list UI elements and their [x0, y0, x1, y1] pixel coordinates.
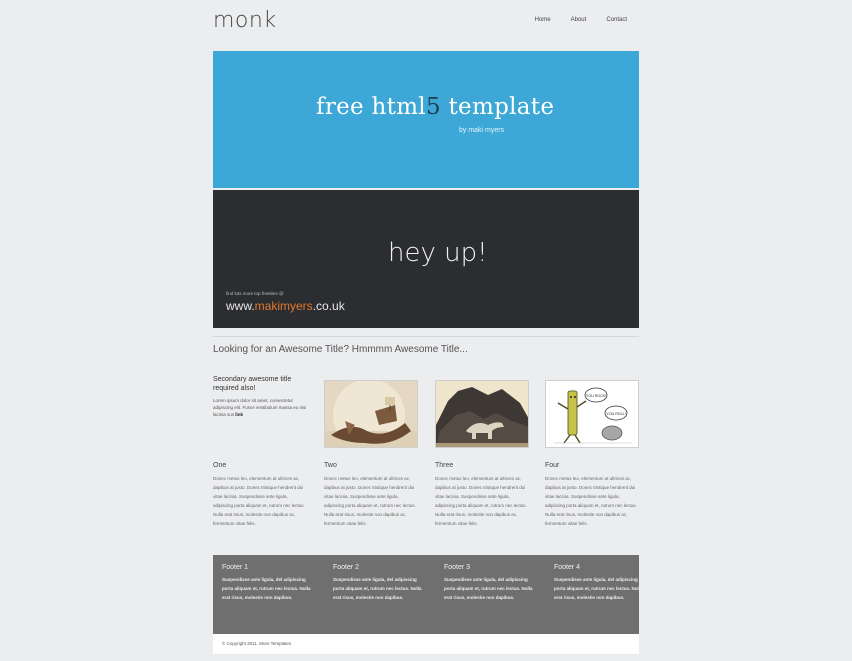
comic-illustration-icon: YOU ROCK! YOU ROLL!: [546, 381, 638, 447]
footer-title: Footer 2: [333, 564, 360, 571]
footer-body: Suspendisse ante ligula, del adipiscing …: [554, 577, 643, 600]
footer-body: Suspendisse ante ligula, del adipiscing …: [333, 577, 422, 600]
site-logo[interactable]: monk: [213, 8, 277, 33]
column-body: Donec metus leo, elementum at ultrices a…: [324, 476, 416, 526]
footer-column-4: Footer 4 Suspendisse ante ligula, del ad…: [554, 564, 648, 602]
footer-column-3: Footer 3 Suspendisse ante ligula, del ad…: [444, 564, 538, 602]
content-column-4: Four Donec metus leo, elementum at ultri…: [545, 462, 639, 528]
nav-contact-link[interactable]: Contact: [606, 17, 627, 23]
footer-title: Footer 1: [222, 564, 249, 571]
secondary-title: Secondary awesome title required also!: [213, 376, 292, 392]
column-title: Four: [545, 462, 560, 469]
banner-top: free html5 template by maki myers: [213, 51, 639, 188]
secondary-link[interactable]: link: [235, 412, 243, 417]
secondary-body: Lorem ipsum dolor sit amet, consectetur …: [213, 398, 307, 417]
footer-title: Footer 3: [444, 564, 471, 571]
footer-column-2: Footer 2 Suspendisse ante ligula, del ad…: [333, 564, 427, 602]
footer-body: Suspendisse ante ligula, del adipiscing …: [444, 577, 533, 600]
column-body: Donec metus leo, elementum at ultrices a…: [545, 476, 637, 526]
column-title: Two: [324, 462, 337, 469]
comic-bubble-1: YOU ROCK!: [586, 394, 606, 398]
column-body: Donec metus leo, elementum at ultrices a…: [435, 476, 527, 526]
column-body: Donec metus leo, elementum at ultrices a…: [213, 476, 305, 526]
section-divider: [213, 336, 639, 337]
banner-tagline: hey up!: [388, 238, 488, 268]
main-nav: Home About Contact: [535, 17, 627, 23]
page-headline: Looking for an Awesome Title? Hmmmm Awes…: [213, 344, 468, 355]
nav-about-link[interactable]: About: [571, 17, 587, 23]
content-column-2: Two Donec metus leo, elementum at ultric…: [324, 462, 418, 528]
column-title: Three: [435, 462, 454, 469]
banner-find-text: find lots more top freebies @: [226, 291, 284, 296]
copyright-bar: © Copyright 2011. More Templates: [213, 634, 639, 654]
banner-byline: by maki myers: [459, 127, 505, 134]
thumbnail-dinosaur[interactable]: [435, 380, 529, 448]
footer-body: Suspendisse ante ligula, del adipiscing …: [222, 577, 311, 600]
boat-illustration-icon: [325, 381, 417, 447]
content-column-3: Three Donec metus leo, elementum at ultr…: [435, 462, 529, 528]
nav-home-link[interactable]: Home: [535, 17, 551, 23]
banner-bottom: hey up! find lots more top freebies @ ww…: [213, 190, 639, 328]
footer-column-1: Footer 1 Suspendisse ante ligula, del ad…: [222, 564, 316, 602]
thumbnail-boat[interactable]: [324, 380, 418, 448]
comic-bubble-2: YOU ROLL!: [606, 412, 625, 416]
banner-title: free html5 template: [316, 94, 555, 120]
column-title: One: [213, 462, 227, 469]
site-footer: Footer 1 Suspendisse ante ligula, del ad…: [213, 555, 643, 634]
footer-title: Footer 4: [554, 564, 581, 571]
content-column-1: One Donec metus leo, elementum at ultric…: [213, 462, 307, 528]
secondary-block: Secondary awesome title required also! L…: [213, 375, 309, 418]
thumbnail-comic[interactable]: YOU ROCK! YOU ROLL!: [545, 380, 639, 448]
copyright-text: © Copyright 2011. More Templates: [222, 641, 292, 646]
banner-url-link[interactable]: www.makimyers.co.uk: [226, 299, 345, 313]
dinosaur-illustration-icon: [436, 381, 528, 447]
